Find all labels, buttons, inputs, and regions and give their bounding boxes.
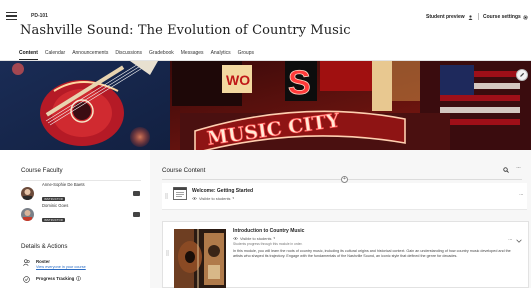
item-more-options-icon[interactable]: ···: [508, 237, 513, 243]
student-preview-label: Student preview: [426, 14, 465, 20]
content-item-title[interactable]: Welcome: Getting Started: [192, 188, 253, 194]
content-item-title[interactable]: Introduction to Country Music: [233, 228, 518, 234]
pencil-icon: [520, 72, 525, 77]
eye-icon: [233, 236, 238, 240]
faculty-name: Anne-Sophie De Baets: [42, 181, 85, 187]
tab-groups[interactable]: Groups: [238, 50, 254, 60]
avatar: [21, 186, 34, 200]
faculty-member[interactable]: Dominic Goes INSTRUCTOR: [21, 202, 146, 223]
tab-analytics[interactable]: Analytics: [211, 50, 231, 60]
course-banner: WO S MUSIC CITY: [0, 61, 531, 150]
tab-messages[interactable]: Messages: [181, 50, 204, 60]
faculty-member[interactable]: Anne-Sophie De Baets INSTRUCTOR: [21, 181, 146, 202]
module-description: In this module, you will learn the roots…: [233, 249, 511, 259]
tab-discussions[interactable]: Discussions: [115, 50, 142, 60]
message-icon[interactable]: [133, 190, 140, 196]
tab-content[interactable]: Content: [19, 50, 38, 60]
roster-title: Roster: [36, 259, 50, 264]
top-header: PD-101 Nashville Sound: The Evolution of…: [0, 0, 531, 46]
faculty-name: Dominic Goes: [42, 202, 69, 208]
visibility-dropdown[interactable]: Visible to students ▾: [192, 196, 253, 201]
progress-tracking-title: Progress Tracking: [36, 276, 75, 281]
gear-icon: [523, 14, 528, 20]
avatar: [21, 207, 34, 221]
drag-handle-icon[interactable]: [166, 250, 169, 256]
visibility-dropdown[interactable]: Visible to students ▾: [233, 236, 518, 241]
instructor-badge: INSTRUCTOR: [42, 218, 65, 222]
add-content-button[interactable]: +: [341, 176, 348, 183]
person-icon: [468, 14, 473, 20]
course-settings-label: Course settings: [483, 14, 521, 20]
course-settings-button[interactable]: Course settings: [483, 14, 528, 20]
roster-action[interactable]: Roster View everyone in your course: [23, 259, 143, 269]
drag-handle-icon[interactable]: [165, 193, 168, 199]
people-icon: [23, 259, 30, 266]
sequence-note: Students progress through this module in…: [233, 242, 303, 246]
message-icon[interactable]: [133, 211, 140, 217]
course-code: PD-101: [31, 13, 48, 19]
header-divider: [478, 13, 479, 20]
roster-link[interactable]: View everyone in your course: [36, 265, 86, 269]
info-icon[interactable]: [76, 276, 82, 281]
course-faculty-title: Course Faculty: [21, 167, 63, 174]
item-more-options-icon[interactable]: ···: [519, 192, 524, 198]
student-preview-button[interactable]: Student preview: [426, 14, 473, 20]
more-options-icon[interactable]: ···: [516, 165, 521, 171]
tab-announcements[interactable]: Announcements: [72, 50, 108, 60]
banner-image: WO S MUSIC CITY: [0, 61, 531, 150]
course-content-title: Course Content: [162, 167, 206, 174]
tab-calendar[interactable]: Calendar: [45, 50, 65, 60]
svg-text:S: S: [288, 64, 311, 102]
document-icon: [173, 187, 187, 200]
course-title: Nashville Sound: The Evolution of Countr…: [20, 23, 351, 38]
search-icon[interactable]: [503, 167, 509, 173]
svg-text:WO: WO: [226, 72, 250, 88]
tab-gradebook[interactable]: Gradebook: [149, 50, 174, 60]
chevron-down-icon: ▾: [232, 196, 235, 200]
details-actions-title: Details & Actions: [21, 243, 68, 250]
visibility-label: Visible to students: [199, 195, 231, 201]
check-circle-icon: [23, 276, 30, 283]
progress-tracking-action[interactable]: Progress Tracking: [23, 276, 143, 283]
module-thumbnail: [174, 229, 226, 288]
eye-icon: [192, 196, 197, 200]
visibility-label: Visible to students: [240, 235, 272, 241]
expand-chevron-icon[interactable]: [516, 239, 522, 243]
edit-banner-button[interactable]: [516, 69, 528, 81]
content-item-welcome[interactable]: Welcome: Getting Started Visible to stud…: [162, 183, 527, 210]
instructor-badge: INSTRUCTOR: [42, 197, 65, 201]
course-nav-tabs: Content Calendar Announcements Discussions G…: [19, 50, 261, 60]
menu-icon[interactable]: [6, 12, 17, 21]
content-item-intro[interactable]: Introduction to Country Music Visible to…: [162, 221, 529, 288]
chevron-down-icon: ▾: [273, 236, 276, 240]
